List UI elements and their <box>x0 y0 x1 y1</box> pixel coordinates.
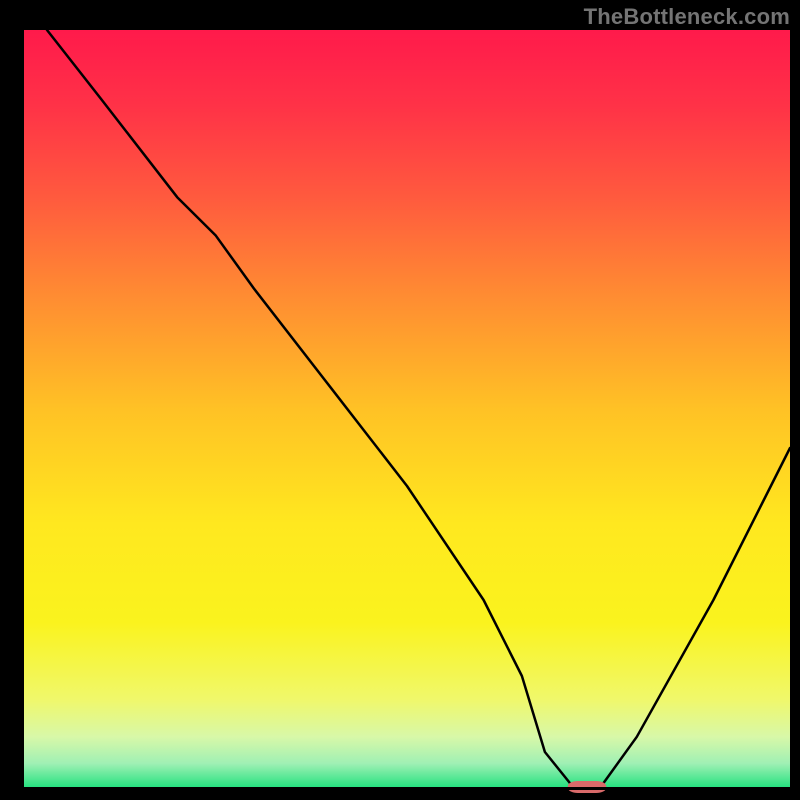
baseline <box>24 787 790 790</box>
chart-container: TheBottleneck.com <box>0 0 800 800</box>
bottleneck-chart <box>0 0 800 800</box>
plot-background <box>24 30 790 790</box>
watermark-text: TheBottleneck.com <box>584 4 790 30</box>
